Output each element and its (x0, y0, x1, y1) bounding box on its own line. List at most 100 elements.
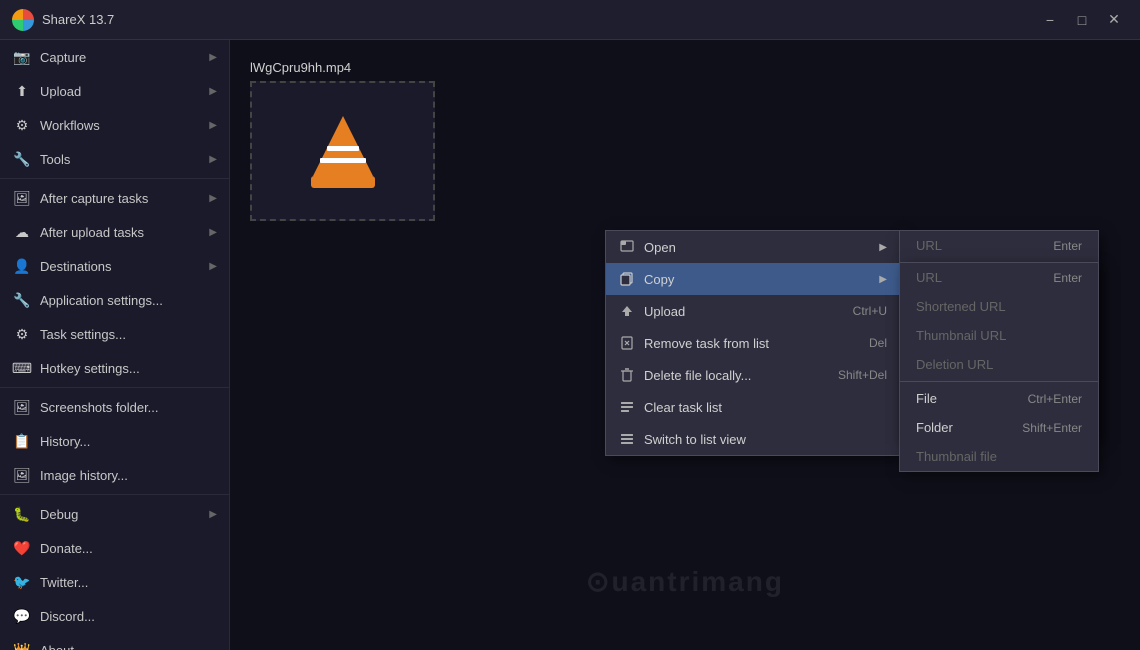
menu-item-open[interactable]: Open ▶ (606, 231, 899, 263)
upload-menu-icon (618, 302, 636, 320)
sidebar-item-about[interactable]: 👑 About... (0, 633, 229, 650)
copy-thumbnail-label: Thumbnail URL (916, 328, 1006, 343)
open-menu-icon (618, 238, 636, 256)
sidebar-item-upload[interactable]: ⬆ Upload ▶ (0, 74, 229, 108)
sidebar-item-screenshots[interactable]: 🖼 Screenshots folder... (0, 390, 229, 424)
switch-view-icon (618, 430, 636, 448)
context-menu: Open ▶ URL Enter Shortened URL Thumbnail… (605, 230, 900, 456)
sidebar-label-history: History... (40, 434, 90, 449)
app-icon (12, 9, 34, 31)
hotkey-settings-icon: ⌨ (12, 358, 32, 378)
open-submenu-url[interactable]: URL Enter (900, 231, 1098, 260)
open-url-label: URL (916, 238, 942, 253)
divider (0, 387, 229, 388)
watermark: ⊙uantrimang (586, 558, 784, 600)
sidebar-label-screenshots: Screenshots folder... (40, 400, 159, 415)
copy-deletion-label: Deletion URL (916, 357, 993, 372)
content-area: lWgCpru9hh.mp4 ⊙uantrimang (230, 40, 1140, 650)
after-capture-icon: 🖼 (12, 188, 32, 208)
sidebar-item-twitter[interactable]: 🐦 Twitter... (0, 565, 229, 599)
open-label: Open (644, 240, 871, 255)
sidebar-item-donate[interactable]: ❤️ Donate... (0, 531, 229, 565)
sidebar-item-discord[interactable]: 💬 Discord... (0, 599, 229, 633)
debug-icon: 🐛 (12, 504, 32, 524)
copy-submenu-deletion-url[interactable]: Deletion URL (900, 350, 1098, 379)
copy-folder-label: Folder (916, 420, 953, 435)
sidebar-label-discord: Discord... (40, 609, 95, 624)
divider (0, 178, 229, 179)
sidebar-label-upload: Upload (40, 84, 81, 99)
menu-item-delete-file[interactable]: Delete file locally... Shift+Del (606, 359, 899, 391)
menu-item-clear-task[interactable]: Clear task list (606, 391, 899, 423)
maximize-button[interactable]: □ (1068, 8, 1096, 32)
open-arrow: ▶ (879, 242, 887, 253)
minimize-button[interactable]: − (1036, 8, 1064, 32)
sidebar-label-about: About... (40, 643, 85, 650)
destinations-icon: 👤 (12, 256, 32, 276)
sidebar-label-app-settings: Application settings... (40, 293, 163, 308)
sidebar-label-twitter: Twitter... (40, 575, 88, 590)
file-thumbnail (250, 81, 435, 221)
sidebar-label-donate: Donate... (40, 541, 93, 556)
sidebar-item-workflows[interactable]: ⚙ Workflows ▶ (0, 108, 229, 142)
capture-icon: 📷 (12, 47, 32, 67)
sidebar-label-hotkey-settings: Hotkey settings... (40, 361, 140, 376)
sidebar-label-task-settings: Task settings... (40, 327, 126, 342)
sidebar-item-tools[interactable]: 🔧 Tools ▶ (0, 142, 229, 176)
sidebar-label-after-upload: After upload tasks (40, 225, 144, 240)
menu-item-copy-wrapper: Copy ▶ URL Enter Shortened URL Thumbnail… (606, 263, 899, 295)
twitter-icon: 🐦 (12, 572, 32, 592)
arrow-icon: ▶ (209, 120, 217, 131)
copy-submenu: URL Enter Shortened URL Thumbnail URL De… (899, 262, 1099, 472)
arrow-icon: ▶ (209, 154, 217, 165)
sidebar-item-task-settings[interactable]: ⚙ Task settings... (0, 317, 229, 351)
sidebar-item-history[interactable]: 📋 History... (0, 424, 229, 458)
switch-view-label: Switch to list view (644, 432, 887, 447)
menu-item-open-wrapper: Open ▶ URL Enter Shortened URL Thumbnail… (606, 231, 899, 263)
close-button[interactable]: ✕ (1100, 8, 1128, 32)
copy-url-label: URL (916, 270, 942, 285)
title-bar: ShareX 13.7 − □ ✕ (0, 0, 1140, 40)
copy-submenu-thumbnail-file[interactable]: Thumbnail file (900, 442, 1098, 471)
arrow-icon: ▶ (209, 227, 217, 238)
copy-submenu-shortened-url[interactable]: Shortened URL (900, 292, 1098, 321)
sidebar-item-debug[interactable]: 🐛 Debug ▶ (0, 497, 229, 531)
sidebar-item-hotkey-settings[interactable]: ⌨ Hotkey settings... (0, 351, 229, 385)
copy-menu-icon (618, 270, 636, 288)
arrow-icon: ▶ (209, 86, 217, 97)
sidebar-item-capture[interactable]: 📷 Capture ▶ (0, 40, 229, 74)
menu-item-upload[interactable]: Upload Ctrl+U (606, 295, 899, 327)
copy-submenu-folder[interactable]: Folder Shift+Enter (900, 413, 1098, 442)
copy-file-label: File (916, 391, 937, 406)
file-name: lWgCpru9hh.mp4 (250, 60, 435, 75)
copy-submenu-file[interactable]: File Ctrl+Enter (900, 384, 1098, 413)
menu-item-remove-task[interactable]: Remove task from list Del (606, 327, 899, 359)
history-icon: 📋 (12, 431, 32, 451)
sidebar-label-tools: Tools (40, 152, 70, 167)
sidebar-item-app-settings[interactable]: 🔧 Application settings... (0, 283, 229, 317)
menu-item-copy[interactable]: Copy ▶ (606, 263, 899, 295)
arrow-icon: ▶ (209, 261, 217, 272)
sidebar-item-after-capture[interactable]: 🖼 After capture tasks ▶ (0, 181, 229, 215)
upload-shortcut: Ctrl+U (853, 304, 887, 318)
sidebar-label-destinations: Destinations (40, 259, 112, 274)
copy-submenu-url[interactable]: URL Enter (900, 263, 1098, 292)
delete-file-shortcut: Shift+Del (838, 368, 887, 382)
app-settings-icon: 🔧 (12, 290, 32, 310)
copy-folder-shortcut: Shift+Enter (1002, 421, 1082, 435)
sidebar-item-after-upload[interactable]: ☁ After upload tasks ▶ (0, 215, 229, 249)
clear-task-icon (618, 398, 636, 416)
menu-item-switch-view[interactable]: Switch to list view (606, 423, 899, 455)
sidebar-item-image-history[interactable]: 🖼 Image history... (0, 458, 229, 492)
open-url-shortcut: Enter (1033, 239, 1082, 253)
sidebar-label-image-history: Image history... (40, 468, 128, 483)
sidebar-item-destinations[interactable]: 👤 Destinations ▶ (0, 249, 229, 283)
donate-icon: ❤️ (12, 538, 32, 558)
arrow-icon: ▶ (209, 509, 217, 520)
upload-icon: ⬆ (12, 81, 32, 101)
copy-submenu-thumbnail-url[interactable]: Thumbnail URL (900, 321, 1098, 350)
file-item[interactable]: lWgCpru9hh.mp4 (250, 60, 435, 221)
sidebar-label-debug: Debug (40, 507, 78, 522)
arrow-icon: ▶ (209, 52, 217, 63)
delete-file-label: Delete file locally... (644, 368, 818, 383)
